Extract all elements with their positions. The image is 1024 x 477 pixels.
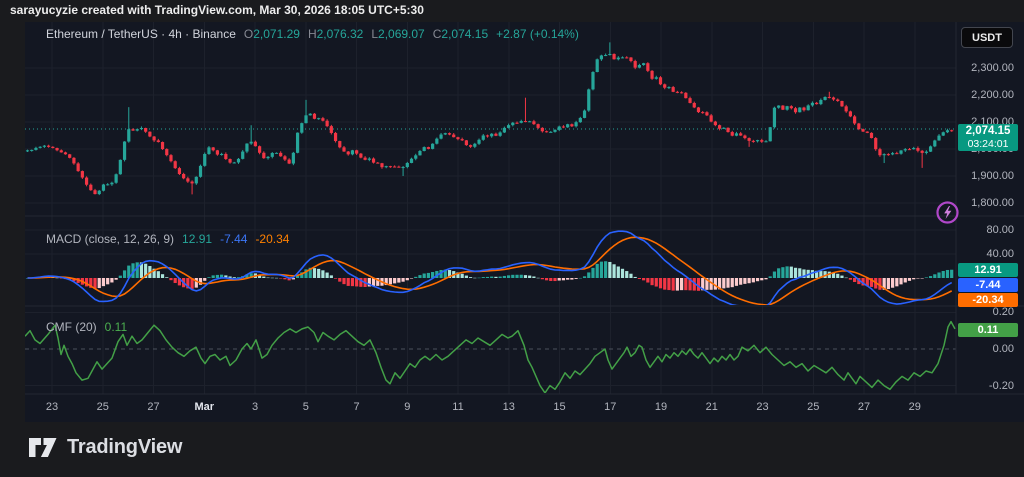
time-tick-label: 11 xyxy=(452,401,464,413)
macd-tick-label: 40.00 xyxy=(986,248,1014,260)
time-tick-label: 17 xyxy=(604,401,617,413)
time-tick-label: Mar xyxy=(194,401,215,413)
time-tick-label: 29 xyxy=(908,401,921,413)
cmf-value: 0.11 xyxy=(104,320,128,334)
symbol-legend: Ethereum / TetherUS · 4h · Binance O2,07… xyxy=(46,27,579,41)
time-tick-label: 27 xyxy=(857,401,871,413)
tradingview-logo[interactable]: TradingView xyxy=(28,436,182,459)
macd-signal-badge: -20.34 xyxy=(958,293,1018,307)
macd-hist-value: 12.91 xyxy=(182,232,213,246)
tradingview-logo-icon xyxy=(29,438,57,457)
cmf-tick-label: 0.00 xyxy=(992,343,1014,355)
price-tick-label: 2,300.00 xyxy=(971,62,1014,74)
macd-label[interactable]: MACD (close, 12, 26, 9) xyxy=(46,232,174,246)
symbol-title[interactable]: Ethereum / TetherUS · 4h · Binance xyxy=(46,27,236,41)
macd-line-badge: -7.44 xyxy=(958,278,1018,292)
current-price-badge: 2,074.15 03:24:01 xyxy=(958,124,1018,151)
ohlc-o: O2,071.29 xyxy=(243,27,300,41)
cmf-label[interactable]: CMF (20) xyxy=(46,320,97,334)
macd-hist-badge: 12.91 xyxy=(958,263,1018,277)
time-tick-label: 13 xyxy=(502,401,515,413)
cmf-legend: CMF (20) 0.11 xyxy=(46,320,127,334)
ohlc-c: C2,074.15 xyxy=(432,27,489,41)
ohlc-h: H2,076.32 xyxy=(307,27,364,41)
time-tick-label: 19 xyxy=(654,401,668,413)
time-tick-label: 23 xyxy=(756,401,769,413)
price-change: +2.87 (+0.14%) xyxy=(496,27,579,41)
time-tick-label: 9 xyxy=(404,401,411,413)
time-tick-label: 27 xyxy=(147,401,160,413)
macd-legend: MACD (close, 12, 26, 9) 12.91 -7.44 -20.… xyxy=(46,232,289,246)
tradingview-widget: sarayucyzie created with TradingView.com… xyxy=(0,0,1024,477)
boost-button[interactable] xyxy=(934,199,961,226)
time-tick-label: 25 xyxy=(96,401,109,413)
macd-signal-value: -20.34 xyxy=(255,232,290,246)
cmf-badge: 0.11 xyxy=(958,323,1018,337)
cmf-tick-label: -0.20 xyxy=(988,379,1014,392)
time-tick-label: 23 xyxy=(45,401,59,413)
price-tick-label: 1,900.00 xyxy=(971,170,1014,182)
macd-line-value: -7.44 xyxy=(220,232,248,246)
macd-tick-label: 80.00 xyxy=(986,224,1014,236)
time-tick-label: 15 xyxy=(553,401,566,413)
time-tick-label: 25 xyxy=(807,401,820,413)
tradingview-logo-text: TradingView xyxy=(67,436,183,458)
ohlc-l: L2,069.07 xyxy=(371,27,425,41)
time-tick-label: 3 xyxy=(251,401,259,413)
ohlc-values: O2,071.29 H2,076.32 L2,069.07 C2,074.15 xyxy=(244,27,488,41)
countdown-timer: 03:24:01 xyxy=(967,138,1009,150)
lightning-icon xyxy=(936,201,959,224)
cmf-tick-label: 0.20 xyxy=(992,306,1014,319)
time-tick-label: 21 xyxy=(705,401,718,413)
currency-toggle-button[interactable]: USDT xyxy=(961,27,1013,48)
time-tick-label: 5 xyxy=(302,401,309,413)
price-tick-label: 2,200.00 xyxy=(971,89,1014,101)
current-price-value: 2,074.15 xyxy=(965,125,1011,137)
price-tick-label: 1,800.00 xyxy=(971,197,1014,209)
time-tick-label: 7 xyxy=(353,401,360,413)
